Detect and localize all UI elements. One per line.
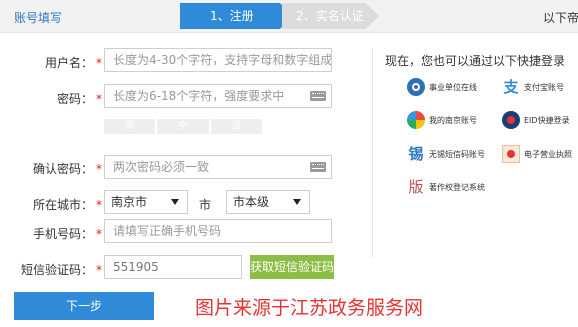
chevron-down-icon	[293, 199, 301, 205]
step-verify: 2、实名认证	[282, 3, 379, 29]
strength-weak: 弱	[104, 119, 156, 134]
phone-label: 手机号码： *	[32, 227, 102, 241]
keyboard-icon[interactable]	[310, 91, 326, 101]
source-watermark: 图片来源于江苏政务服务网	[195, 297, 424, 319]
business-license-icon	[502, 145, 520, 163]
strength-medium: 中	[157, 119, 209, 134]
unit-circle-icon	[407, 78, 425, 96]
sms-code-input[interactable]: 551905	[104, 255, 242, 279]
next-step-button[interactable]: 下一步	[14, 292, 154, 320]
step-register: 1、注册	[180, 3, 293, 29]
page-title: 账号填写	[14, 11, 63, 25]
city-separator: 市	[199, 198, 212, 212]
get-sms-code-button[interactable]: 获取短信验证码	[250, 255, 334, 279]
vertical-divider	[372, 48, 373, 258]
eid-icon	[502, 111, 520, 129]
chevron-down-icon	[171, 199, 179, 205]
district-select[interactable]: 市本级	[226, 190, 310, 214]
username-label: 用户名： *	[44, 56, 102, 70]
confirm-password-input[interactable]: 两次密码必须一致	[104, 155, 332, 179]
keyboard-icon[interactable]	[310, 162, 326, 172]
quick-login-title: 现在，您也可以通过以下快捷登录	[385, 54, 566, 68]
copyright-icon: 版	[408, 178, 424, 196]
city-select[interactable]: 南京市	[104, 190, 188, 214]
city-label: 所在城市： *	[32, 198, 102, 212]
header-bar: 账号填写 1、注册 2、实名认证 以下帝	[0, 0, 578, 33]
sms-code-label: 短信验证码： *	[20, 263, 102, 277]
password-strength-meter: 弱 中 强	[104, 119, 264, 134]
color-circle-icon	[407, 111, 425, 129]
confirm-password-label: 确认密码： *	[32, 162, 102, 176]
header-next-text: 以下帝	[543, 11, 578, 25]
username-input[interactable]: 长度为4-30个字符，支持字母和数字组成	[104, 48, 332, 72]
strength-strong: 强	[210, 119, 262, 134]
sms-login-icon: 锡	[408, 145, 424, 163]
password-input[interactable]: 长度为6-18个字符，强度要求中	[104, 84, 332, 108]
alipay-icon: 支	[503, 78, 519, 96]
password-label: 密码： *	[56, 92, 102, 106]
phone-input[interactable]: 请填写正确手机号码	[104, 219, 332, 243]
